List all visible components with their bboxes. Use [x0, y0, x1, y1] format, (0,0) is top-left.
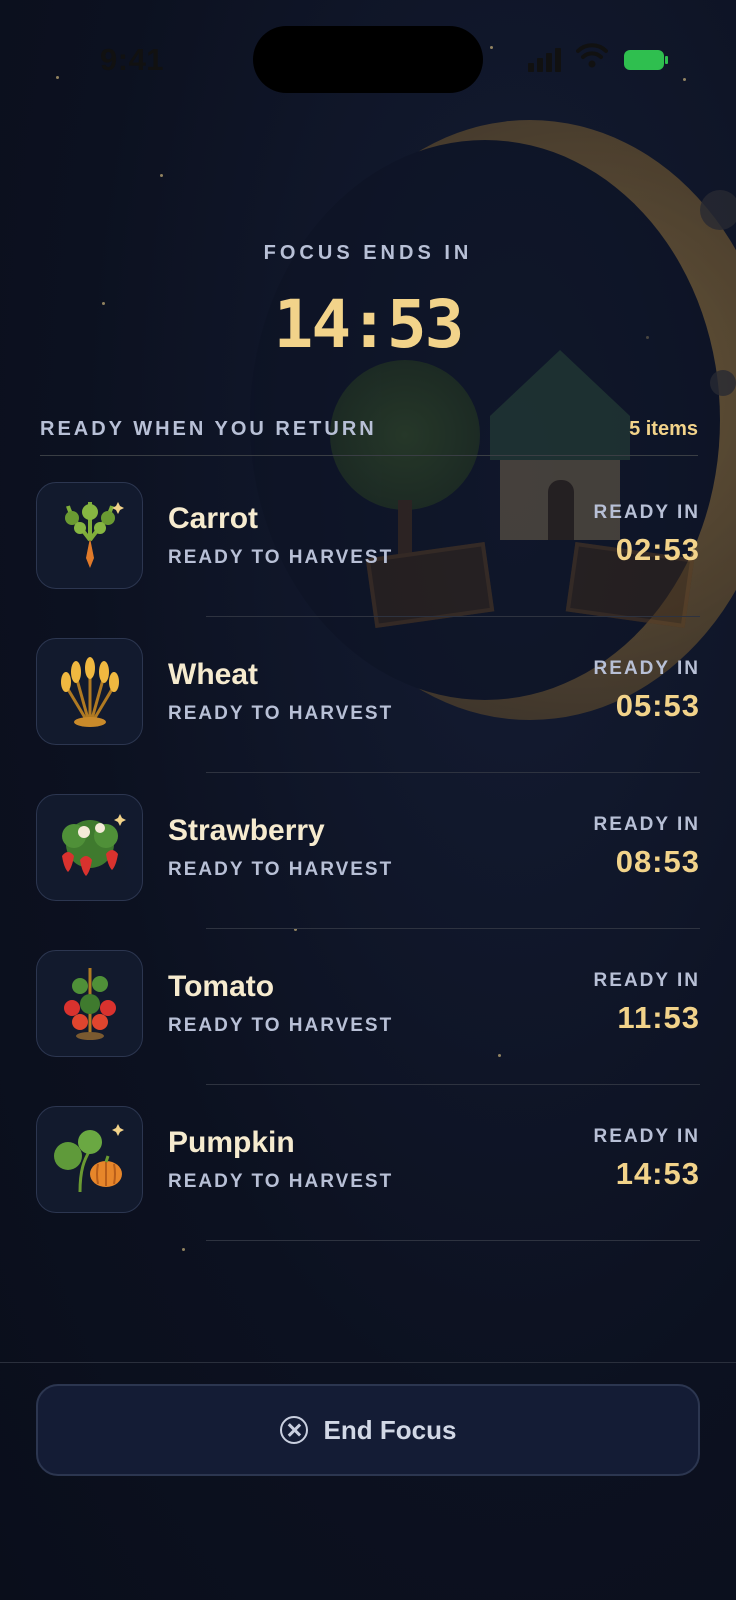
focus-label: FOCUS ENDS IN: [263, 242, 473, 264]
divider: [206, 772, 700, 773]
item-thumbnail: [36, 638, 143, 745]
ready-label: READY IN: [593, 814, 700, 835]
divider: [206, 1084, 700, 1085]
focus-countdown: 14:53: [273, 286, 465, 363]
wheat-icon: [61, 657, 119, 727]
dynamic-island: [253, 26, 483, 93]
divider: [206, 928, 700, 929]
end-focus-button[interactable]: End Focus: [36, 1384, 700, 1476]
item-status: READY TO HARVEST: [168, 703, 394, 724]
item-name: Strawberry: [168, 814, 325, 847]
item-thumbnail: [36, 482, 143, 589]
list-item[interactable]: Tomato READY TO HARVEST READY IN 11:53: [36, 950, 700, 1106]
item-name: Tomato: [168, 970, 275, 1003]
list-item[interactable]: Wheat READY TO HARVEST READY IN 05:53: [36, 638, 700, 794]
ready-time: 14:53: [615, 1156, 700, 1191]
ready-time: 11:53: [617, 1000, 700, 1035]
item-status: READY TO HARVEST: [168, 547, 394, 568]
list-item[interactable]: Strawberry READY TO HARVEST READY IN 08:…: [36, 794, 700, 950]
item-name: Wheat: [168, 658, 258, 691]
ready-time: 02:53: [615, 532, 700, 567]
ready-label: READY IN: [593, 970, 700, 991]
star: [160, 174, 163, 177]
close-circle-icon: [279, 1416, 308, 1444]
item-count: 5 items: [629, 418, 698, 440]
battery-icon: [624, 50, 668, 70]
list-item[interactable]: Carrot READY TO HARVEST READY IN 02:53: [36, 482, 700, 638]
ready-label: READY IN: [593, 502, 700, 523]
footer-divider: [0, 1362, 736, 1363]
list-item[interactable]: Pumpkin READY TO HARVEST READY IN 14:53: [36, 1106, 700, 1262]
status-time: 9:41: [100, 42, 165, 77]
item-thumbnail: [36, 794, 143, 901]
ready-label: READY IN: [593, 658, 700, 679]
end-focus-label: End Focus: [323, 1414, 457, 1445]
ready-label: READY IN: [593, 1126, 700, 1147]
ready-time: 05:53: [615, 688, 700, 723]
signal-icon: [528, 44, 564, 72]
item-name: Carrot: [168, 502, 259, 535]
strawberry-icon: [62, 814, 126, 876]
item-name: Pumpkin: [168, 1126, 295, 1159]
item-status: READY TO HARVEST: [168, 859, 394, 880]
divider: [206, 616, 700, 617]
pumpkin-icon: [54, 1124, 124, 1193]
status-bar: 9:41: [0, 0, 736, 120]
carrot-icon: [65, 502, 124, 568]
divider: [206, 1240, 700, 1241]
ready-time: 08:53: [615, 844, 700, 879]
tomato-icon: [64, 968, 116, 1040]
item-status: READY TO HARVEST: [168, 1171, 394, 1192]
item-status: READY TO HARVEST: [168, 1015, 394, 1036]
list-header: READY WHEN YOU RETURN 5 items: [40, 416, 698, 456]
wifi-icon: [576, 43, 608, 68]
item-thumbnail: [36, 1106, 143, 1213]
list-title: READY WHEN YOU RETURN: [40, 418, 377, 440]
item-thumbnail: [36, 950, 143, 1057]
